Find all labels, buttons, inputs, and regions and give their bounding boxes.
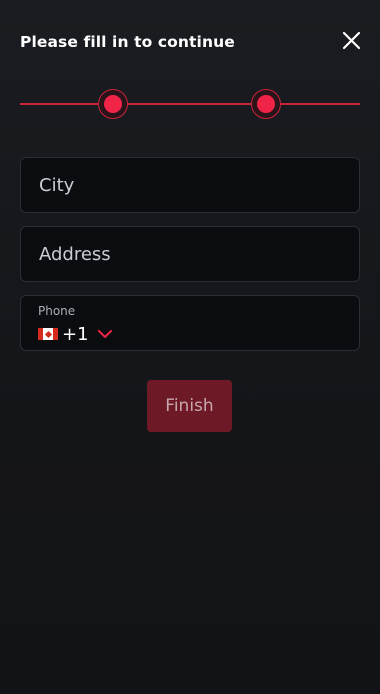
address-field	[20, 226, 360, 282]
close-icon	[342, 31, 361, 50]
progress-stepper	[20, 88, 360, 120]
step-2-dot	[257, 95, 275, 113]
phone-label: Phone	[38, 304, 76, 318]
page-title: Please fill in to continue	[20, 33, 235, 51]
step-1-indicator	[98, 89, 128, 119]
chevron-down-icon[interactable]	[97, 328, 113, 340]
city-field	[20, 157, 360, 213]
address-input[interactable]	[21, 227, 359, 281]
finish-button[interactable]: Finish	[147, 380, 232, 432]
phone-field[interactable]: Phone +1	[20, 295, 360, 351]
close-button[interactable]	[338, 28, 366, 56]
header: Please fill in to continue	[0, 0, 380, 86]
step-1-dot	[104, 95, 122, 113]
stepper-line	[20, 103, 360, 105]
city-input[interactable]	[21, 158, 359, 212]
dial-code: +1	[62, 323, 89, 345]
phone-country-selector[interactable]: +1	[38, 323, 113, 345]
canada-flag-icon	[38, 328, 58, 340]
step-2-indicator	[251, 89, 281, 119]
